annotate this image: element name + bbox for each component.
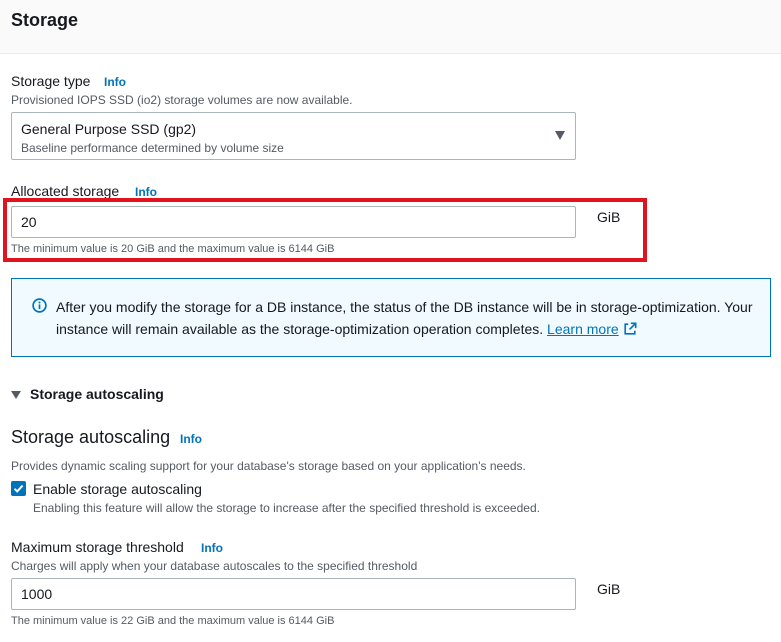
highlight-box xyxy=(3,198,647,262)
allocated-storage-label: Allocated storage xyxy=(11,183,120,199)
allocated-storage-info-link[interactable]: Info xyxy=(135,185,157,199)
storage-type-info-link[interactable]: Info xyxy=(104,75,126,89)
autoscaling-description: Provides dynamic scaling support for you… xyxy=(11,459,526,473)
storage-type-label: Storage type xyxy=(11,73,91,89)
enable-autoscaling-description: Enabling this feature will allow the sto… xyxy=(33,501,540,515)
storage-type-selected-value: General Purpose SSD (gp2) xyxy=(21,121,197,137)
info-circle-icon xyxy=(32,298,47,313)
autoscaling-info-link[interactable]: Info xyxy=(180,432,202,446)
alert-message: After you modify the storage for a DB in… xyxy=(56,297,756,340)
learn-more-label: Learn more xyxy=(547,320,619,337)
expander-label: Storage autoscaling xyxy=(30,386,164,402)
max-threshold-description: Charges will apply when your database au… xyxy=(11,559,418,573)
max-threshold-input[interactable] xyxy=(11,578,576,610)
storage-panel-header: Storage xyxy=(0,0,781,54)
caret-down-icon xyxy=(555,131,565,140)
enable-autoscaling-checkbox[interactable] xyxy=(11,481,26,496)
max-threshold-info-link[interactable]: Info xyxy=(201,541,223,555)
enable-autoscaling-label[interactable]: Enable storage autoscaling xyxy=(33,481,202,497)
storage-type-select[interactable]: General Purpose SSD (gp2) Baseline perfo… xyxy=(11,112,576,160)
max-threshold-constraint: The minimum value is 22 GiB and the maxi… xyxy=(11,615,335,627)
storage-type-selected-description: Baseline performance determined by volum… xyxy=(21,141,284,155)
autoscaling-section-title: Storage autoscaling xyxy=(11,427,171,447)
learn-more-link[interactable]: Learn more xyxy=(547,321,637,337)
max-threshold-unit: GiB xyxy=(597,581,621,597)
alert-text: After you modify the storage for a DB in… xyxy=(56,299,753,337)
check-icon xyxy=(13,484,24,493)
caret-down-icon xyxy=(11,391,21,399)
storage-type-description: Provisioned IOPS SSD (io2) storage volum… xyxy=(11,93,353,107)
external-link-icon xyxy=(624,322,637,335)
page-title: Storage xyxy=(11,10,79,30)
max-threshold-label: Maximum storage threshold xyxy=(11,539,184,555)
storage-optimization-alert: After you modify the storage for a DB in… xyxy=(11,278,771,357)
